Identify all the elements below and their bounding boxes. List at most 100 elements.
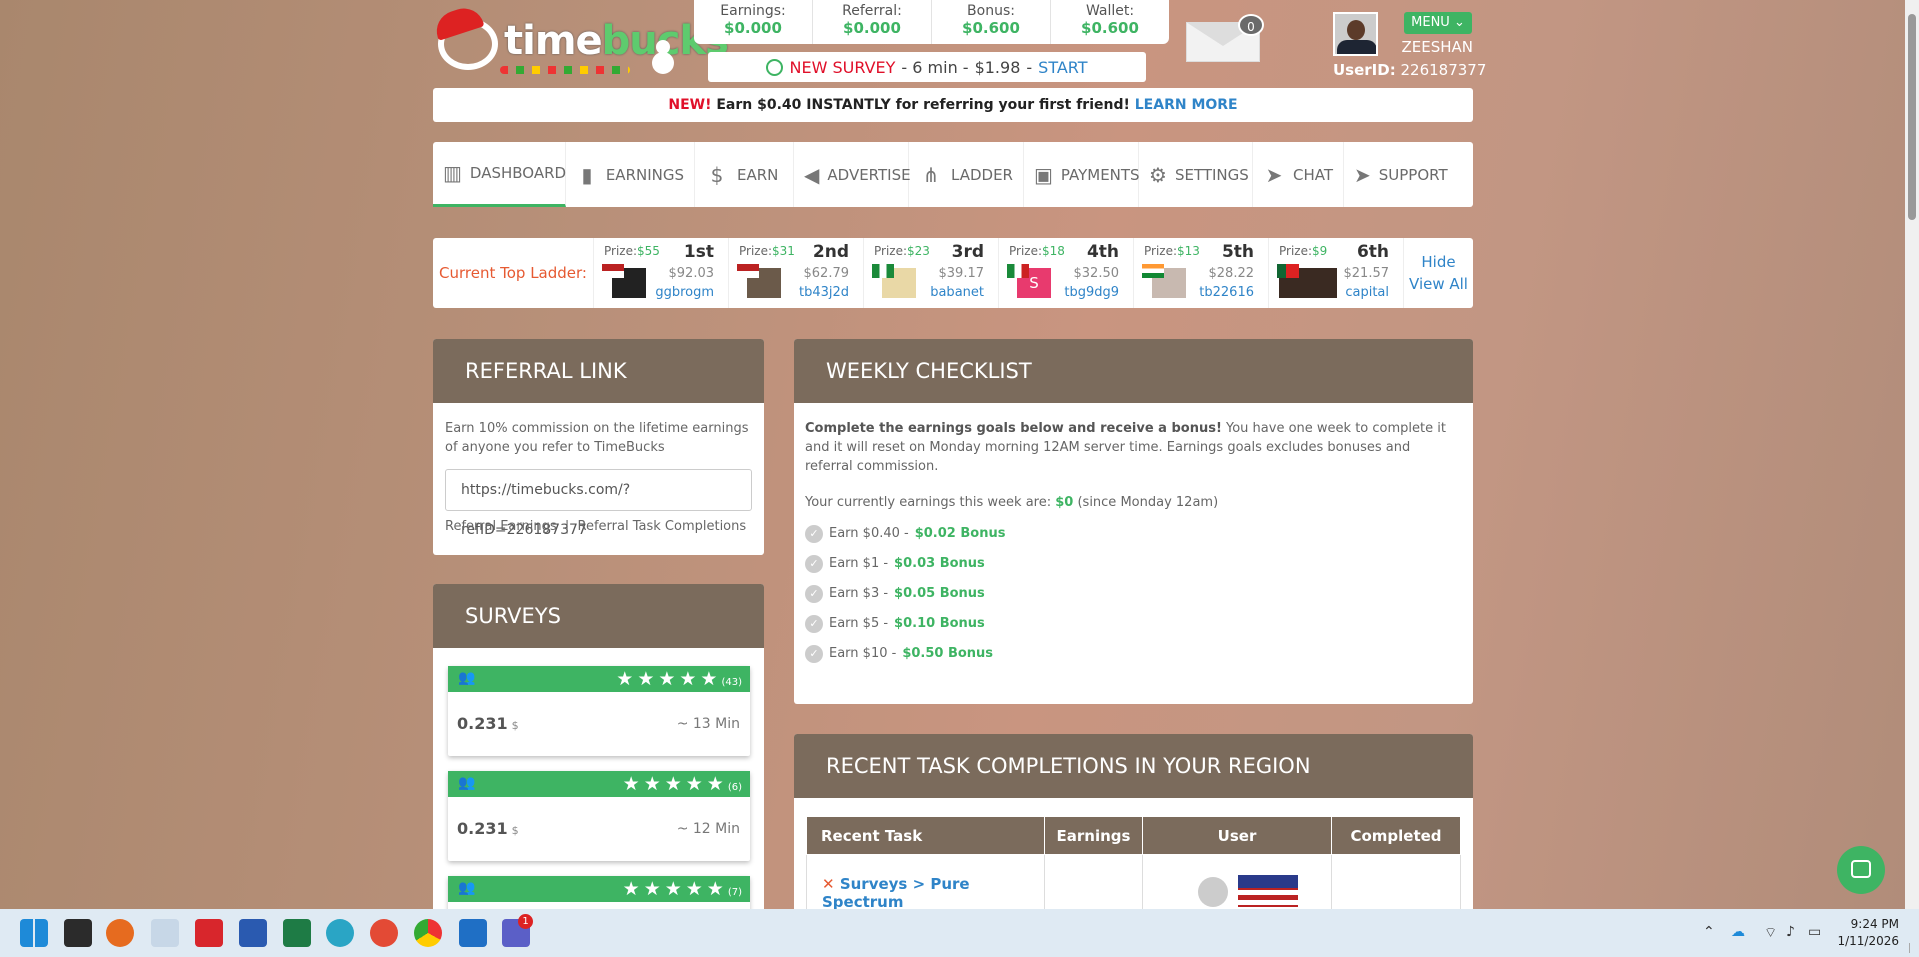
clock-date: 1/11/2026 <box>1837 934 1899 948</box>
nav-support[interactable]: ➤ SUPPORT <box>1344 142 1452 207</box>
task-icon: ✕ <box>822 875 835 893</box>
user-avatar[interactable] <box>1333 12 1378 56</box>
nav-earnings[interactable]: ▮ EARNINGS <box>566 142 695 207</box>
ladder-entry[interactable]: Prize:$55 1st $92.03 ggbrogm <box>594 238 729 308</box>
referral-description: Earn 10% commission on the lifetime earn… <box>445 421 749 455</box>
new-survey-bar[interactable]: NEW SURVEY - 6 min - $1.98 - START <box>708 52 1146 82</box>
pt-flag-icon <box>1277 264 1299 278</box>
ladder-entry[interactable]: Prize:$13 5th $28.22 tb22616 <box>1134 238 1269 308</box>
live-chat-button[interactable] <box>1837 846 1885 894</box>
ladder-entry[interactable]: Prize:$23 3rd $39.17 babanet <box>864 238 999 308</box>
indesign-icon[interactable] <box>195 919 223 947</box>
inbox-button[interactable]: 0 <box>1186 14 1264 62</box>
page-scrollbar[interactable] <box>1905 0 1919 909</box>
earnings-balance[interactable]: Earnings: $0.000 <box>694 0 813 44</box>
earnings-cell <box>1044 854 1143 909</box>
star-rating: ★★★★★(7) <box>622 878 742 900</box>
nav-payments[interactable]: ▣ PAYMENTS <box>1024 142 1140 207</box>
snipping-tool-icon[interactable] <box>151 919 179 947</box>
nav-dashboard[interactable]: ▥ DASHBOARD <box>433 142 566 207</box>
check-icon: ✓ <box>805 524 823 543</box>
hide-ladder-link[interactable]: Hide <box>1421 253 1455 271</box>
view-all-ladder-link[interactable]: View All <box>1409 275 1468 293</box>
earn-icon: $ <box>710 162 724 187</box>
ladder-entry[interactable]: Prize:$9 6th $21.57 capital <box>1269 238 1404 308</box>
word-icon[interactable] <box>239 919 267 947</box>
volume-icon[interactable]: ♪ <box>1786 924 1795 940</box>
new-survey-duration: - 6 min - <box>901 57 969 77</box>
chat-icon <box>1851 860 1871 878</box>
ladder-entry[interactable]: Prize:$31 2nd $62.79 tb43j2d <box>729 238 864 308</box>
clock[interactable]: 9:24 PM 1/11/2026 <box>1837 916 1899 950</box>
new-survey-label: NEW SURVEY <box>789 57 896 77</box>
battery-icon[interactable]: ▭ <box>1808 924 1821 940</box>
us-flag-icon <box>737 264 759 278</box>
survey-card[interactable]: 👥 ★★★★★(7) <box>448 876 750 909</box>
edge-icon[interactable] <box>326 919 354 947</box>
ng-flag-icon <box>872 264 894 278</box>
in-flag-icon <box>1142 264 1164 278</box>
nav-settings[interactable]: ⚙ SETTINGS <box>1139 142 1253 207</box>
scrollbar-thumb[interactable] <box>1908 14 1916 220</box>
timebucks-logo[interactable]: timebucks <box>431 3 729 80</box>
chevron-up-icon[interactable]: ⌃ <box>1703 924 1715 940</box>
referral-link-panel: REFERRAL LINK Earn 10% commission on the… <box>433 339 764 555</box>
pdf-reader-icon[interactable] <box>370 919 398 947</box>
nav-chat[interactable]: ➤ CHAT <box>1253 142 1344 207</box>
dashboard-icon: ▥ <box>443 161 462 185</box>
wifi-icon[interactable]: ⌔ <box>1764 924 1777 942</box>
wallet-balance[interactable]: Wallet: $0.600 <box>1051 0 1169 44</box>
unread-count-badge: 0 <box>1238 14 1264 36</box>
referral-task-completions-link[interactable]: Referral Task Completions <box>578 519 747 534</box>
windows-start-icon[interactable] <box>20 919 48 947</box>
ladder-controls: Hide View All <box>1404 238 1473 308</box>
user-avatar-placeholder <box>1198 877 1228 907</box>
survey-card[interactable]: 👥 ★★★★★(43) 0.231 $ ~ 13 Min <box>448 666 750 756</box>
user-name: ZEESHAN <box>1401 38 1473 56</box>
chat-icon: ➤ <box>1265 162 1283 187</box>
show-desktop-button[interactable] <box>1909 943 1915 953</box>
column-header: Recent Task <box>806 816 1045 855</box>
firefox-icon[interactable] <box>106 919 134 947</box>
survey-card[interactable]: 👥 ★★★★★(6) 0.231 $ ~ 12 Min <box>448 771 750 861</box>
chevron-down-icon: ⌄ <box>1453 15 1465 30</box>
us-flag-icon <box>1238 875 1298 907</box>
user-cell <box>1142 854 1332 909</box>
start-survey-link[interactable]: START <box>1038 58 1087 77</box>
new-survey-amount: $1.98 <box>974 57 1021 77</box>
onedrive-icon[interactable]: ☁ <box>1731 924 1745 940</box>
balance-summary: Earnings: $0.000 Referral: $0.000 Bonus:… <box>694 0 1169 44</box>
ladder-entry[interactable]: Prize:$18 S 4th $32.50 tbg9dg9 <box>999 238 1134 308</box>
recent-task-link[interactable]: ✕ Surveys > Pure Spectrum <box>806 854 1045 909</box>
new-survey-separator: - <box>1026 57 1033 77</box>
megaphone-icon: ◀ <box>804 162 820 187</box>
clock-time: 9:24 PM <box>1850 917 1899 931</box>
weekly-goal: ✓ Earn $0.40 - $0.02 Bonus <box>805 524 1462 543</box>
nav-advertise[interactable]: ◀ ADVERTISE <box>794 142 911 207</box>
survey-duration: ~ 12 Min <box>676 821 740 837</box>
learn-more-link[interactable]: LEARN MORE <box>1135 97 1238 113</box>
people-icon: 👥 <box>458 670 476 686</box>
people-icon: 👥 <box>458 775 476 791</box>
column-header: Completed <box>1331 816 1461 855</box>
recent-panel-title: RECENT TASK COMPLETIONS IN YOUR REGION <box>794 734 1473 798</box>
chrome-icon[interactable] <box>414 919 442 947</box>
nav-earn[interactable]: $ EARN <box>695 142 794 207</box>
surveys-panel-title: SURVEYS <box>433 584 764 648</box>
page: timebucks Earnings: $0.000 Referral: $0.… <box>0 0 1900 909</box>
outlook-icon[interactable] <box>459 919 487 947</box>
user-id: UserID: 226187377 <box>1333 61 1487 79</box>
top-ladder: Current Top Ladder: Prize:$55 1st $92.03… <box>433 238 1473 308</box>
weekly-goal: ✓ Earn $5 - $0.10 Bonus <box>805 614 1462 633</box>
bonus-balance[interactable]: Bonus: $0.600 <box>932 0 1051 44</box>
weekly-intro: Complete the earnings goals below and re… <box>805 421 1446 474</box>
sticky-notes-icon[interactable] <box>64 919 92 947</box>
referral-link-input[interactable]: https://timebucks.com/?refID=226187377 <box>445 469 752 538</box>
referral-earnings-link[interactable]: Referral Earnings <box>445 519 557 534</box>
menu-button[interactable]: MENU ⌄ <box>1404 12 1472 34</box>
wallet-icon: ▣ <box>1034 162 1053 187</box>
excel-icon[interactable] <box>283 919 311 947</box>
check-icon: ✓ <box>805 554 823 573</box>
referral-balance[interactable]: Referral: $0.000 <box>813 0 932 44</box>
nav-ladder[interactable]: ⋔ LADDER <box>909 142 1024 207</box>
